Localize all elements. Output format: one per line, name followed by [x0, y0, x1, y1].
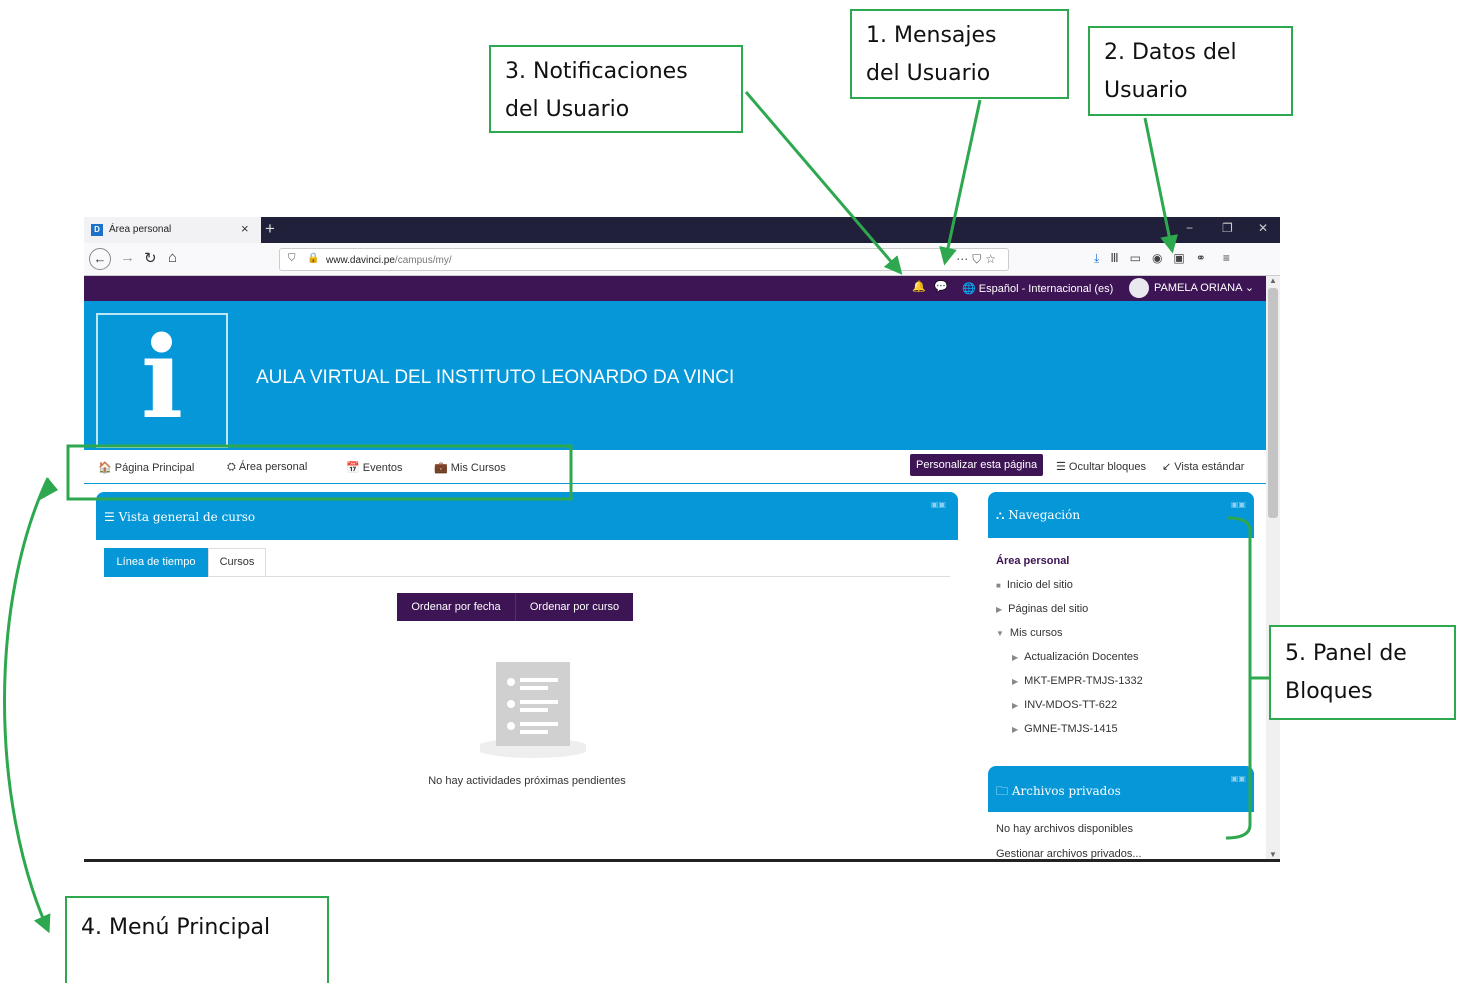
- site-favicon-icon: D: [91, 224, 103, 236]
- nav-home[interactable]: 🏠 Página Principal: [98, 461, 194, 474]
- main-menu: 🏠 Página Principal ⛭ Área personal 📅 Eve…: [84, 450, 1266, 484]
- nav-site-pages[interactable]: ▶ Páginas del sitio: [996, 603, 1088, 615]
- page-scrollbar[interactable]: ▲ ▼: [1266, 276, 1280, 859]
- browser-toolbar: ← → ↻ ⌂ ⛉ 🔒 www.davinci.pe/campus/my/ ⋯⛉…: [84, 243, 1280, 276]
- block-controls-icon[interactable]: ▣▣: [1231, 500, 1246, 509]
- private-files-title: 🗀 Archivos privados: [996, 784, 1121, 798]
- scrollbar-thumb[interactable]: [1268, 288, 1278, 518]
- moodle-page: 🔔 💬 🌐 Español - Internacional (es) PAMEL…: [84, 276, 1266, 859]
- customize-page-button[interactable]: Personalizar esta página: [910, 454, 1044, 476]
- scroll-up-icon[interactable]: ▲: [1269, 276, 1277, 285]
- language-menu[interactable]: 🌐 Español - Internacional (es): [962, 282, 1113, 295]
- nav-dashboard-link[interactable]: Área personal: [996, 555, 1069, 567]
- no-files-message: No hay archivos disponibles: [996, 823, 1133, 835]
- block-controls-icon[interactable]: ▣▣: [1231, 774, 1246, 783]
- download-icon[interactable]: ⤓: [1094, 251, 1110, 265]
- top-navbar: 🔔 💬 🌐 Español - Internacional (es) PAMEL…: [84, 276, 1266, 301]
- back-icon[interactable]: ←: [89, 248, 111, 270]
- account-icon[interactable]: ◉: [1152, 251, 1173, 265]
- sort-by-date-button[interactable]: Ordenar por fecha: [397, 593, 515, 621]
- nav-my-courses-tree[interactable]: ▼ Mis cursos: [996, 627, 1062, 639]
- nav-course-item[interactable]: ▶ INV-MDOS-TT-622: [1012, 699, 1117, 711]
- callout-messages: 1. Mensajes del Usuario: [850, 9, 1069, 99]
- minimize-icon[interactable]: −: [1186, 221, 1193, 235]
- nav-course-item[interactable]: ▶ MKT-EMPR-TMJS-1332: [1012, 675, 1143, 687]
- tab-courses[interactable]: Cursos: [208, 548, 266, 577]
- course-overview-block: ☰ Vista general de curso ▣▣ Línea de tie…: [96, 492, 958, 859]
- nav-my-courses[interactable]: 💼 Mis Cursos: [434, 461, 506, 474]
- navigation-title: ⛬ Navegación: [996, 508, 1081, 522]
- menu-icon[interactable]: ≡: [1223, 251, 1241, 265]
- restore-icon[interactable]: ❐: [1222, 221, 1233, 235]
- nav-events[interactable]: 📅 Eventos: [346, 461, 403, 474]
- empty-list-icon: [480, 662, 586, 758]
- site-banner: i AULA VIRTUAL DEL INSTITUTO LEONARDO DA…: [84, 301, 1266, 450]
- url-text: www.davinci.pe/campus/my/: [326, 255, 452, 266]
- messages-icon[interactable]: 💬: [934, 280, 948, 293]
- forward-icon[interactable]: →: [120, 249, 135, 266]
- site-title: AULA VIRTUAL DEL INSTITUTO LEONARDO DA V…: [256, 367, 735, 388]
- manage-files-link[interactable]: Gestionar archivos privados...: [996, 848, 1142, 859]
- course-overview-header: ☰ Vista general de curso ▣▣: [96, 492, 958, 540]
- browser-tab-title: Área personal: [109, 224, 172, 235]
- course-overview-title: ☰ Vista general de curso: [104, 510, 256, 524]
- navigation-header: ⛬ Navegación ▣▣: [988, 492, 1254, 538]
- callout-user-data: 2. Datos del Usuario: [1088, 26, 1293, 116]
- sort-by-course-button[interactable]: Ordenar por curso: [515, 593, 633, 621]
- user-menu[interactable]: PAMELA ORIANA ⌄: [1154, 281, 1254, 294]
- home-icon[interactable]: ⌂: [168, 249, 177, 266]
- reload-icon[interactable]: ↻: [144, 249, 157, 267]
- callout-main-menu: 4. Menú Principal: [65, 896, 329, 983]
- private-files-block: 🗀 Archivos privados ▣▣ No hay archivos d…: [988, 766, 1254, 859]
- close-window-icon[interactable]: ✕: [1258, 221, 1268, 235]
- extensions-icon[interactable]: ⚭: [1196, 251, 1217, 265]
- site-logo[interactable]: i: [96, 313, 228, 448]
- insecure-lock-icon[interactable]: 🔒: [307, 253, 319, 264]
- standard-view-button[interactable]: ↙ Vista estándar: [1162, 460, 1244, 473]
- sidebar-icon[interactable]: ▭: [1130, 251, 1152, 265]
- callout-block-panel: 5. Panel de Bloques: [1269, 625, 1456, 720]
- course-overview-tabs: Línea de tiempo Cursos: [104, 548, 950, 577]
- browser-window: D Área personal × + − ❐ ✕ ← → ↻ ⌂ ⛉ 🔒 ww…: [84, 217, 1280, 862]
- tab-timeline[interactable]: Línea de tiempo: [104, 548, 208, 577]
- page-actions[interactable]: ⋯⛉☆: [956, 252, 1000, 267]
- library-icon[interactable]: Ⅲ: [1110, 251, 1129, 265]
- block-controls-icon[interactable]: ▣▣: [931, 500, 946, 509]
- empty-activities-message: No hay actividades próximas pendientes: [428, 775, 626, 787]
- nav-course-item[interactable]: ▶ GMNE-TMJS-1415: [1012, 723, 1118, 735]
- private-files-header: 🗀 Archivos privados ▣▣: [988, 766, 1254, 812]
- tab-bar: D Área personal × + − ❐ ✕: [84, 217, 1280, 243]
- nav-course-item[interactable]: ▶ Actualización Docentes: [1012, 651, 1139, 663]
- extension-icon[interactable]: ▣: [1173, 251, 1195, 265]
- scroll-down-icon[interactable]: ▼: [1269, 850, 1277, 859]
- notifications-bell-icon[interactable]: 🔔: [912, 280, 926, 293]
- new-tab-icon[interactable]: +: [265, 219, 275, 239]
- callout-notifications: 3. Notificaciones del Usuario: [489, 45, 743, 133]
- toolbar-right-icons: ⤓Ⅲ▭◉▣⚭ ≡: [1094, 251, 1241, 266]
- close-tab-icon[interactable]: ×: [241, 221, 249, 236]
- address-bar[interactable]: ⛉ 🔒 www.davinci.pe/campus/my/ ⋯⛉☆: [279, 248, 1009, 271]
- hide-blocks-button[interactable]: ☰ Ocultar bloques: [1056, 460, 1146, 473]
- nav-dashboard[interactable]: ⛭ Área personal: [227, 461, 307, 474]
- tracking-shield-icon[interactable]: ⛉: [288, 253, 296, 264]
- avatar[interactable]: [1129, 278, 1149, 298]
- navigation-block: ⛬ Navegación ▣▣ Área personal ■ Inicio de…: [988, 492, 1254, 752]
- browser-tab[interactable]: D Área personal ×: [84, 217, 261, 243]
- nav-site-home[interactable]: ■ Inicio del sitio: [996, 579, 1073, 591]
